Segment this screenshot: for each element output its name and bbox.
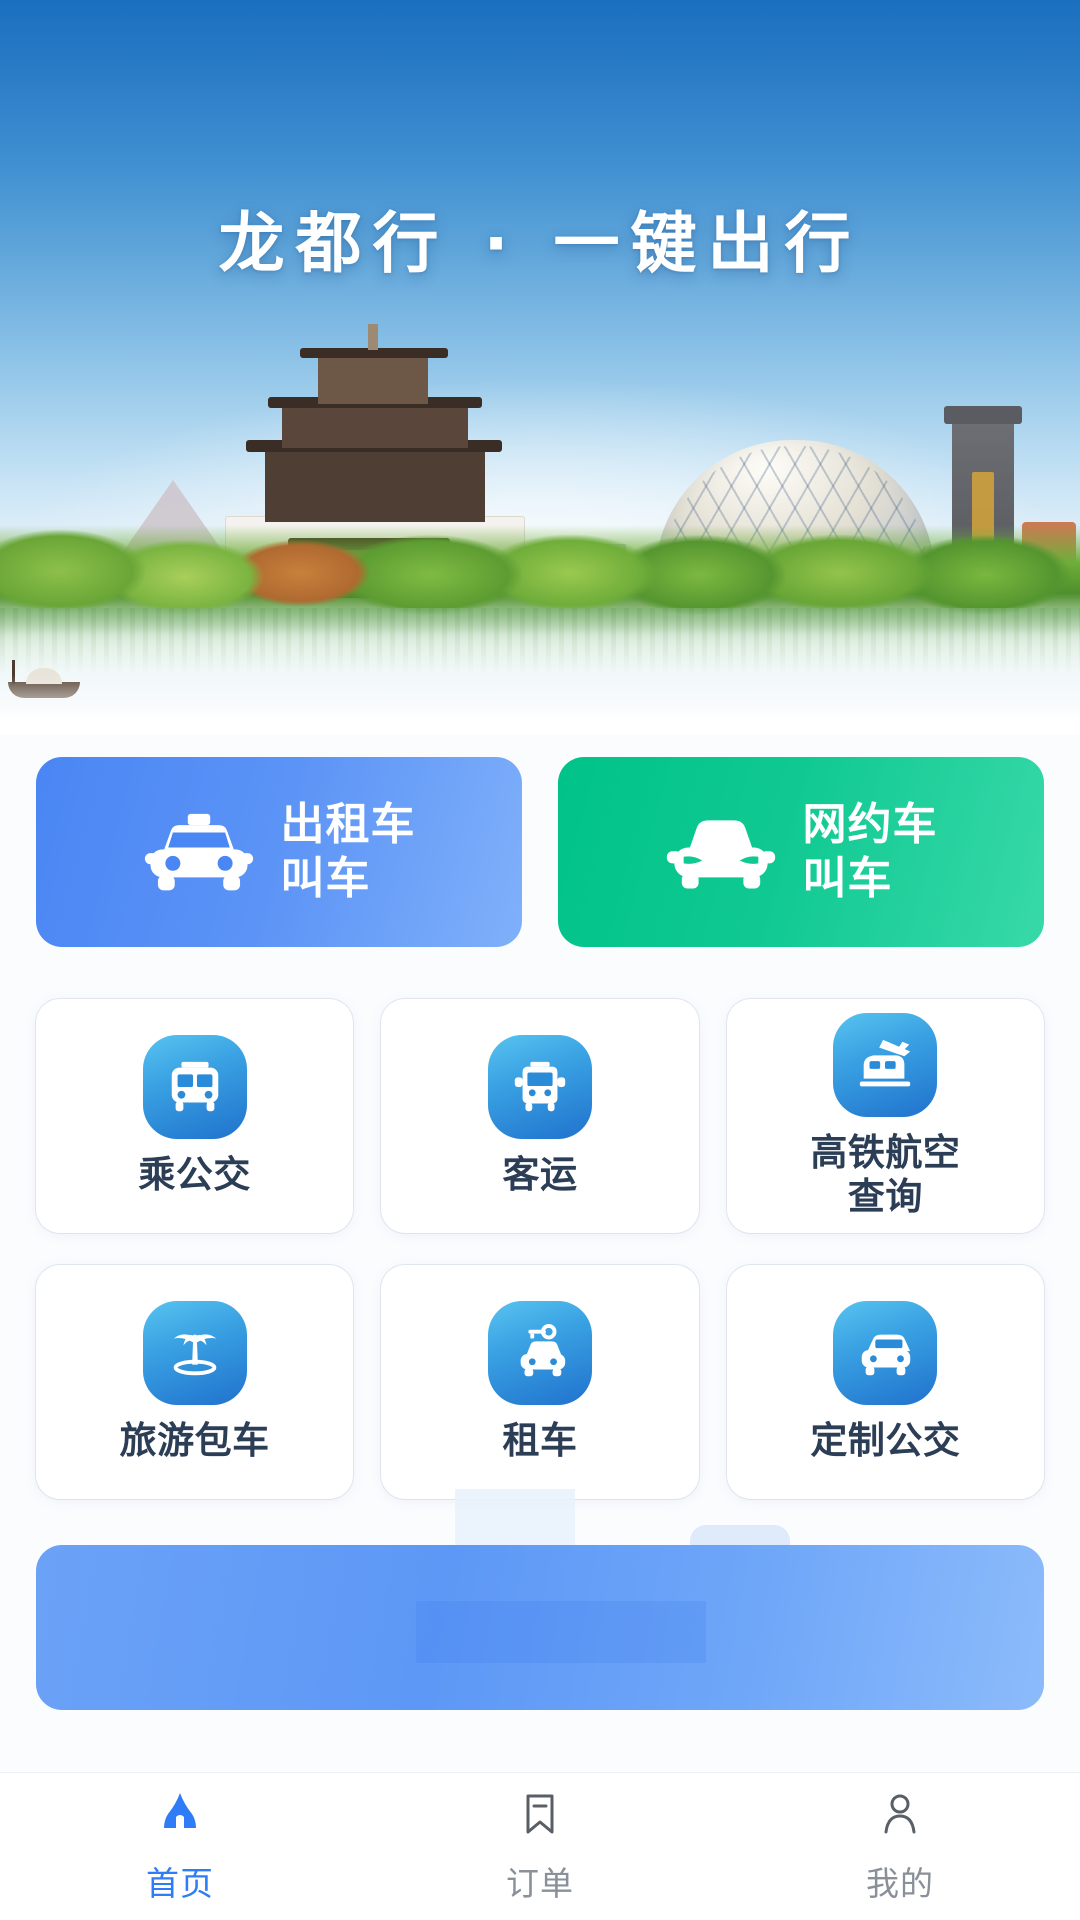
service-label: 客运 (502, 1154, 578, 1196)
car-front-icon (665, 812, 777, 892)
service-card-city-bus[interactable]: 乘公交 (36, 999, 354, 1233)
custom-bus-icon (833, 1301, 938, 1406)
tab-home[interactable]: 首页 (0, 1788, 360, 1905)
page-title: 龙都行 · 一键出行 (218, 205, 862, 282)
promo-banner-placeholder[interactable] (36, 1545, 1044, 1710)
tab-profile[interactable]: 我的 (720, 1788, 1080, 1905)
tab-profile-label: 我的 (866, 1865, 934, 1902)
palm-tree-icon (142, 1301, 247, 1406)
service-grid: 乘公交 客运 高铁航空 查询 旅游包车 租车 定制公交 (0, 947, 1080, 1499)
service-card-coach[interactable]: 客运 (381, 999, 699, 1233)
ride-hailing-label: 网约车 叫车 (803, 798, 938, 905)
car-key-icon (487, 1301, 592, 1406)
bottom-tab-bar: 首页 订单 我的 (0, 1772, 1080, 1920)
hero-banner: 龙都行 · 一键出行 (0, 0, 1080, 735)
service-label-line1: 高铁航空 (810, 1132, 961, 1174)
service-label: 定制公交 (810, 1420, 961, 1462)
tab-orders[interactable]: 订单 (360, 1788, 720, 1905)
taxi-label-line2: 叫车 (280, 854, 371, 903)
pagoda-spire (368, 324, 378, 350)
service-label: 租车 (502, 1420, 578, 1462)
taxi-hailing-button[interactable]: 出租车 叫车 (36, 757, 522, 947)
person-icon (874, 1788, 926, 1845)
banner-inner-block (416, 1601, 706, 1663)
service-label: 旅游包车 (119, 1420, 270, 1462)
tab-home-label: 首页 (146, 1865, 214, 1902)
primary-action-row: 出租车 叫车 网约车 叫车 (0, 735, 1080, 947)
water-reflection (0, 608, 1080, 674)
home-icon (154, 1788, 206, 1845)
service-card-custom-bus[interactable]: 定制公交 (726, 1265, 1044, 1499)
service-card-rail-air[interactable]: 高铁航空 查询 (726, 999, 1044, 1233)
pagoda-body-mid (282, 402, 468, 448)
taxi-hailing-label: 出租车 叫车 (281, 798, 416, 905)
service-card-car-rental[interactable]: 租车 (381, 1265, 699, 1499)
city-bus-icon (142, 1035, 247, 1140)
taxi-label-line1: 出租车 (280, 800, 416, 850)
taxi-front-icon (143, 812, 255, 892)
service-label-line2: 查询 (847, 1176, 923, 1217)
coach-bus-icon (487, 1035, 592, 1140)
app-root: 龙都行 · 一键出行 出租车 叫车 网约车 叫车 乘公交 客运 高铁航空 查询 … (0, 0, 1080, 1920)
banner-section (0, 1489, 1080, 1710)
service-label: 乘公交 (138, 1154, 251, 1196)
ride-label-line2: 叫车 (802, 854, 893, 903)
hero-bottom-fade (0, 675, 1080, 735)
pagoda-body-top (318, 354, 428, 404)
tower-cap (944, 406, 1022, 424)
pagoda-body-lower (265, 446, 485, 522)
ride-label-line1: 网约车 (802, 800, 938, 850)
service-label: 高铁航空 查询 (810, 1131, 960, 1218)
bookmark-icon (514, 1788, 566, 1845)
ride-hailing-button[interactable]: 网约车 叫车 (558, 757, 1044, 947)
service-card-tour-charter[interactable]: 旅游包车 (36, 1265, 354, 1499)
train-plane-icon (833, 1013, 938, 1118)
tab-orders-label: 订单 (506, 1865, 574, 1902)
